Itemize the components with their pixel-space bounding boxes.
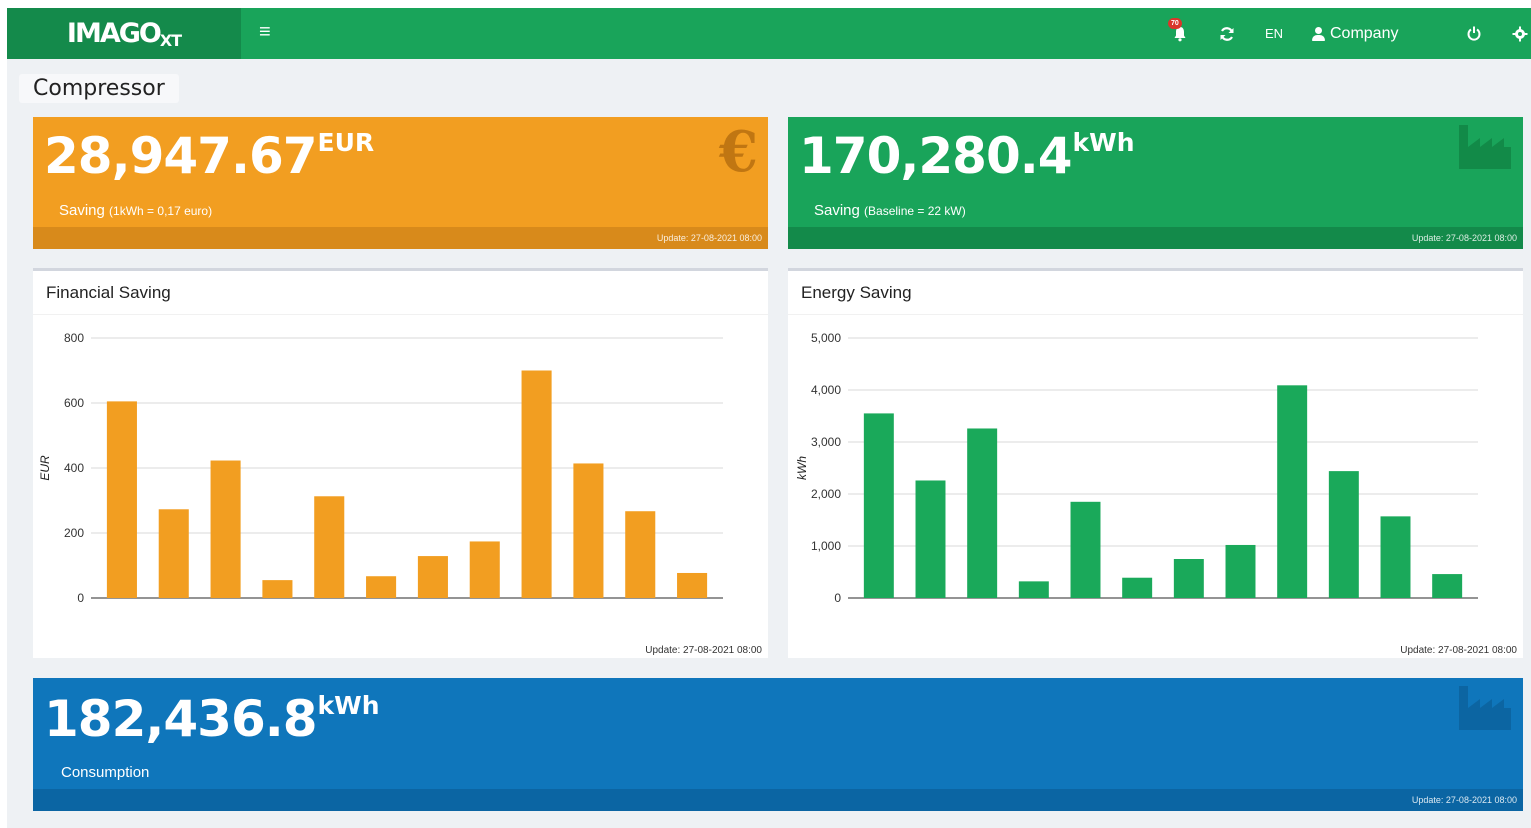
y-tick-label: 400 [64, 461, 84, 475]
chart-bar[interactable] [1380, 516, 1411, 598]
y-axis-title: EUR [38, 455, 52, 481]
chart-bar[interactable] [210, 460, 241, 598]
user-menu[interactable]: Company [1312, 8, 1398, 59]
chart-bar[interactable] [1328, 471, 1359, 598]
financial-saving-tile: € 28,947.67EUR Saving (1kWh = 0,17 euro)… [33, 117, 768, 249]
energy-chart-update: Update: 27-08-2021 08:00 [1400, 645, 1517, 656]
financial-tile-update: Update: 27-08-2021 08:00 [33, 227, 768, 249]
y-tick-label: 0 [834, 591, 841, 605]
financial-saving-label: Saving (1kWh = 0,17 euro) [59, 202, 213, 219]
notification-count-badge: 70 [1168, 18, 1182, 29]
chart-bar[interactable] [1225, 544, 1256, 598]
consumption-tile: 182,436.8kWh Consumption Update: 27-08-2… [33, 678, 1523, 811]
euro-icon: € [719, 119, 758, 185]
factory-icon [1459, 686, 1511, 730]
refresh-arrows-icon [1220, 26, 1234, 41]
notifications-bell-icon[interactable]: 70 [1168, 8, 1187, 59]
menu-toggle-icon[interactable]: ≡ [259, 21, 271, 44]
energy-saving-tile: 170,280.4kWh Saving (Baseline = 22 kW) U… [788, 117, 1523, 249]
chart-bar[interactable] [106, 401, 137, 598]
consumption-unit: kWh [317, 691, 380, 720]
energy-saving-value: 170,280.4kWh [799, 127, 1135, 185]
financial-saving-note: (1kWh = 0,17 euro) [109, 204, 213, 218]
chart-bar[interactable] [1432, 574, 1463, 598]
consumption-label: Consumption [61, 764, 150, 781]
financial-saving-value: 28,947.67EUR [44, 127, 375, 185]
top-navbar: IMAGOXT ≡ 70 EN Company [7, 8, 1531, 59]
power-icon [1467, 26, 1481, 41]
logo[interactable]: IMAGOXT [7, 8, 241, 59]
energy-saving-unit: kWh [1072, 128, 1135, 157]
consumption-value: 182,436.8kWh [44, 690, 380, 748]
chart-bar[interactable] [262, 580, 293, 598]
chart-bar[interactable] [1018, 581, 1049, 598]
chart-bar[interactable] [1173, 559, 1204, 598]
energy-saving-chart: 0 1,000 2,000 3,000 4,000 5,000 kWh [795, 331, 1478, 605]
y-tick-label: 0 [77, 591, 84, 605]
chart-bar[interactable] [677, 572, 708, 598]
chart-bar[interactable] [417, 556, 448, 598]
chart-bar[interactable] [469, 541, 500, 598]
chart-bar[interactable] [158, 509, 189, 598]
energy-tile-update: Update: 27-08-2021 08:00 [788, 227, 1523, 249]
financial-chart-update: Update: 27-08-2021 08:00 [645, 645, 762, 656]
page-title: Compressor [19, 74, 179, 103]
y-tick-label: 1,000 [811, 539, 841, 553]
factory-icon [1459, 125, 1511, 169]
y-tick-label: 5,000 [811, 331, 841, 345]
energy-saving-chart-card: Energy Saving 0 1,000 2,000 3,000 4,000 5,000… [788, 268, 1523, 658]
user-menu-label: Company [1330, 24, 1399, 42]
financial-saving-chart: 0 200 400 600 800 EUR [38, 331, 723, 605]
chart-bar[interactable] [573, 463, 604, 598]
chart-bar[interactable] [915, 480, 946, 598]
consumption-tile-update: Update: 27-08-2021 08:00 [33, 789, 1523, 811]
chart-bar[interactable] [366, 576, 397, 598]
chart-bar[interactable] [967, 428, 998, 598]
y-tick-label: 2,000 [811, 487, 841, 501]
chart-bar[interactable] [1277, 385, 1308, 598]
energy-saving-label: Saving (Baseline = 22 kW) [814, 202, 966, 219]
energy-saving-note: (Baseline = 22 kW) [864, 204, 966, 218]
financial-saving-chart-card: Financial Saving 0 200 400 600 800 EUR Update… [33, 268, 768, 658]
refresh-icon[interactable] [1219, 8, 1235, 59]
y-axis-title: kWh [795, 456, 809, 480]
settings-gear-icon[interactable] [1512, 8, 1528, 59]
chart-bar[interactable] [863, 413, 894, 598]
app-frame: IMAGOXT ≡ 70 EN Company Compressor € 28,… [7, 8, 1531, 828]
chart-bar[interactable] [1122, 577, 1153, 598]
logo-text: IMAGOXT [66, 17, 182, 50]
financial-saving-unit: EUR [317, 128, 375, 157]
chart-bar[interactable] [625, 511, 656, 598]
y-tick-label: 200 [64, 526, 84, 540]
chart-bar[interactable] [1070, 501, 1101, 598]
chart-bar[interactable] [521, 370, 552, 599]
language-selector[interactable]: EN [1265, 8, 1283, 59]
y-tick-label: 600 [64, 396, 84, 410]
y-tick-label: 4,000 [811, 383, 841, 397]
user-icon [1312, 26, 1325, 41]
y-tick-label: 800 [64, 331, 84, 345]
logout-power-icon[interactable] [1467, 8, 1481, 59]
gear-icon [1512, 26, 1528, 41]
chart-bar[interactable] [314, 496, 345, 598]
y-tick-label: 3,000 [811, 435, 841, 449]
